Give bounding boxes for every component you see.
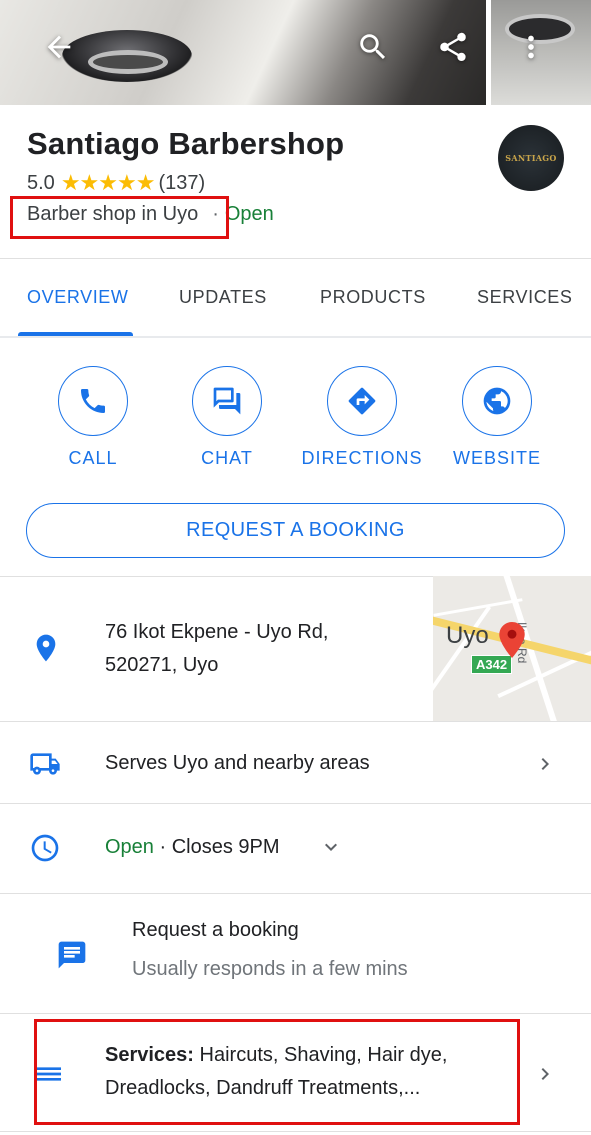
chat-button[interactable]: CHAT bbox=[167, 366, 287, 469]
hours-open-status: Open bbox=[105, 836, 154, 858]
request-booking-button[interactable]: REQUEST A BOOKING bbox=[26, 503, 565, 558]
chat-icon bbox=[213, 387, 241, 415]
star-rating-icon: ★★★★★ bbox=[60, 170, 156, 195]
chat-circle[interactable] bbox=[192, 366, 262, 436]
tab-overview[interactable]: OVERVIEW bbox=[27, 287, 129, 308]
service-area-text[interactable]: Serves Uyo and nearby areas bbox=[105, 747, 370, 780]
address-text[interactable]: 76 Ikot Ekpene - Uyo Rd, 520271, Uyo bbox=[105, 616, 328, 682]
business-logo[interactable]: SANTIAGO bbox=[498, 125, 564, 191]
booking-info-subtitle: Usually responds in a few mins bbox=[132, 958, 408, 980]
share-icon bbox=[440, 32, 466, 62]
tabs-divider bbox=[0, 336, 591, 338]
logo-text: SANTIAGO bbox=[505, 153, 557, 163]
review-count: (137) bbox=[158, 171, 206, 194]
rating-value: 5.0 bbox=[27, 171, 55, 194]
search-button[interactable] bbox=[348, 22, 398, 72]
hours-separator: · bbox=[153, 836, 172, 858]
divider bbox=[0, 1013, 591, 1014]
booking-info[interactable]: Request a booking Usually responds in a … bbox=[132, 914, 408, 986]
rating-row[interactable]: 5.0 ★★★★★ (137) bbox=[27, 170, 205, 196]
photo-chair-base bbox=[88, 50, 168, 74]
map-thumbnail[interactable]: Uyo A342 Ikpa Rd bbox=[433, 576, 591, 721]
service-area-icon-wrap bbox=[27, 746, 63, 782]
call-label: CALL bbox=[68, 448, 118, 468]
more-button[interactable] bbox=[506, 22, 556, 72]
map-road bbox=[433, 598, 523, 617]
call-circle[interactable] bbox=[58, 366, 128, 436]
place-title: Santiago Barbershop bbox=[27, 126, 345, 161]
website-button[interactable]: WEBSITE bbox=[437, 366, 557, 469]
divider bbox=[0, 1131, 591, 1132]
map-pin-icon bbox=[499, 622, 525, 658]
more-vert-icon bbox=[528, 35, 534, 59]
address-line-2: 520271, Uyo bbox=[105, 654, 219, 676]
directions-icon bbox=[348, 387, 376, 415]
highlight-box-services bbox=[34, 1019, 520, 1125]
header-photo[interactable] bbox=[0, 0, 591, 105]
highlight-box-category bbox=[10, 196, 229, 239]
arrow-back-icon bbox=[47, 35, 71, 59]
clock-icon bbox=[31, 834, 59, 862]
divider bbox=[0, 258, 591, 259]
back-button[interactable] bbox=[34, 22, 84, 72]
directions-label: DIRECTIONS bbox=[301, 448, 423, 468]
address-icon-wrap bbox=[28, 630, 64, 666]
divider bbox=[0, 803, 591, 804]
service-area-chevron[interactable] bbox=[533, 752, 557, 776]
chevron-right-icon bbox=[541, 1068, 549, 1080]
hours-expand-chevron[interactable] bbox=[319, 835, 343, 859]
hours-closes: Closes 9PM bbox=[171, 836, 280, 858]
website-label: WEBSITE bbox=[452, 448, 541, 468]
tab-products[interactable]: PRODUCTS bbox=[320, 287, 426, 308]
divider bbox=[0, 893, 591, 894]
directions-circle[interactable] bbox=[327, 366, 397, 436]
chevron-down-icon bbox=[325, 843, 337, 851]
chat-label: CHAT bbox=[201, 448, 253, 468]
search-icon bbox=[360, 34, 386, 60]
website-circle[interactable] bbox=[462, 366, 532, 436]
globe-icon bbox=[483, 387, 511, 415]
map-city-label: Uyo bbox=[446, 622, 489, 649]
hours-text[interactable]: Open · Closes 9PM bbox=[105, 831, 280, 864]
tab-services[interactable]: SERVICES bbox=[477, 287, 573, 308]
call-button[interactable]: CALL bbox=[33, 366, 153, 469]
divider bbox=[0, 721, 591, 722]
booking-icon-wrap bbox=[54, 937, 90, 973]
services-chevron[interactable] bbox=[533, 1062, 557, 1086]
chevron-right-icon bbox=[541, 758, 549, 770]
directions-button[interactable]: DIRECTIONS bbox=[302, 366, 422, 469]
hours-icon-wrap bbox=[27, 830, 63, 866]
phone-icon bbox=[81, 389, 105, 413]
delivery-truck-icon bbox=[30, 753, 60, 775]
location-pin-icon bbox=[36, 634, 56, 662]
share-button[interactable] bbox=[428, 22, 478, 72]
tab-updates[interactable]: UPDATES bbox=[179, 287, 267, 308]
message-icon bbox=[58, 941, 86, 969]
booking-info-title: Request a booking bbox=[132, 919, 299, 941]
open-status: Open bbox=[224, 203, 274, 225]
address-line-1: 76 Ikot Ekpene - Uyo Rd, bbox=[105, 621, 329, 643]
